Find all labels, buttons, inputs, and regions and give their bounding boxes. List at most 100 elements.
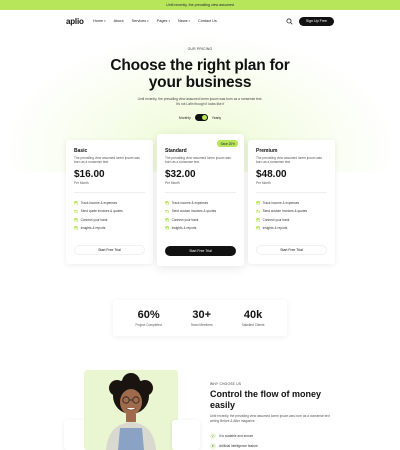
pricing-eyebrow: OUR PRICING	[187, 47, 213, 51]
plan-name: Premium	[256, 148, 278, 154]
check-icon	[74, 217, 78, 222]
check-icon	[165, 217, 169, 222]
feature-label: Send custom invoices & quotes	[171, 209, 217, 214]
decorative-card	[64, 420, 86, 450]
nav-item-label: Contact Us	[197, 19, 217, 23]
feature-label: Track income & expenses	[80, 201, 118, 205]
plan-price: $48.00	[256, 168, 287, 180]
nav-item-label: News	[177, 19, 188, 23]
divider	[165, 191, 236, 193]
feature-item: Insights & reports	[165, 224, 236, 232]
chevron-down-icon: ▾	[147, 19, 149, 23]
stat-value: 30+	[192, 309, 211, 321]
announcement-bar: Until recently, the prevailing view assu…	[0, 0, 400, 10]
feature-label: Track income & expenses	[262, 201, 300, 205]
plan-card-basic: Basic The prevailing view assumed lorem …	[66, 140, 153, 264]
plan-description: The prevailing view assumed lorem ipsum …	[74, 156, 140, 165]
check-icon	[74, 226, 78, 230]
feature-label: Connect your bank	[171, 217, 199, 222]
search-icon[interactable]	[286, 17, 293, 25]
stat-label: Project Completed	[135, 323, 162, 327]
feature-label: Insights & reports	[262, 226, 288, 231]
chevron-down-icon: ▾	[104, 19, 106, 23]
check-icon	[165, 226, 169, 230]
plan-name: Standard	[165, 148, 187, 154]
why-description: Until recently, the prevailing view assu…	[210, 414, 330, 423]
feature-item: Track income & expenses	[165, 199, 236, 207]
nav-item-pages[interactable]: Pages ▾	[157, 19, 170, 23]
chevron-down-icon: ▾	[168, 19, 170, 23]
plan-price: $16.00	[74, 168, 105, 180]
start-trial-button-standard[interactable]: Start Free Trial	[165, 246, 236, 256]
stat-item: 40k Satisfied Clients	[242, 309, 265, 327]
nav-item-label: Pages	[156, 19, 168, 23]
why-feature-item: ✦ Artificial intelligence feature	[210, 443, 258, 449]
stat-item: 60% Project Completed	[135, 309, 161, 327]
why-eyebrow: WHY CHOOSE US	[210, 382, 242, 386]
check-icon	[256, 209, 260, 214]
stat-label: Satisfied Clients	[241, 323, 265, 327]
plan-period: Per Month	[256, 180, 271, 185]
feature-item: Send custom invoices & quotes	[256, 207, 327, 215]
sparkle-icon: ✦	[210, 443, 216, 449]
person-photo	[84, 370, 178, 450]
page-title: Choose the right plan for your business	[0, 57, 400, 91]
portrait-illustration	[106, 373, 156, 450]
billing-toggle-row: Monthly Yearly	[0, 114, 400, 121]
plan-period: Per Month	[74, 180, 89, 185]
check-icon	[256, 201, 260, 205]
divider	[256, 191, 327, 193]
check-icon	[256, 226, 260, 230]
check-icon	[74, 201, 78, 205]
main-nav: aplio Home ▾ About Services ▾ Pages ▾ Ne…	[0, 10, 400, 32]
yearly-label[interactable]: Yearly	[212, 116, 221, 120]
nav-item-home[interactable]: Home ▾	[93, 19, 106, 23]
nav-item-about[interactable]: About	[114, 19, 124, 23]
feature-item: Track income & expenses	[74, 199, 145, 207]
start-trial-button-premium[interactable]: Start Free Trial	[256, 245, 327, 255]
sign-up-button[interactable]: Sign Up Free	[298, 16, 334, 26]
toggle-knob	[201, 115, 207, 120]
stat-item: 30+ Team Members	[191, 309, 213, 327]
check-icon	[256, 217, 260, 222]
start-trial-button-basic[interactable]: Start Free Trial	[74, 245, 145, 255]
feature-label: Send custom invoices & quotes	[262, 209, 308, 214]
check-icon	[165, 209, 169, 214]
title-line-2: your business	[148, 74, 252, 91]
stat-label: Team Members	[190, 323, 213, 327]
feature-item: Connect your bank	[74, 216, 145, 224]
feature-label: Connect your bank	[80, 217, 108, 222]
why-feature-label: Artificial intelligence feature	[219, 444, 258, 448]
feature-item: Send custom invoices & quotes	[165, 207, 236, 215]
decorative-card	[172, 420, 200, 450]
feature-label: Insights & reports	[80, 226, 106, 231]
nav-item-news[interactable]: News ▾	[178, 19, 190, 23]
plan-description: The prevailing view assumed lorem ipsum …	[256, 156, 322, 165]
feature-item: Insights & reports	[74, 224, 145, 232]
nav-actions: Sign Up Free	[286, 16, 334, 26]
hero-subtitle: Until recently, the prevailing view assu…	[137, 97, 263, 106]
logo[interactable]: aplio	[66, 17, 93, 26]
plan-card-standard: Save 20% Standard The prevailing view as…	[157, 134, 244, 266]
feature-item: Connect your bank	[165, 216, 236, 224]
nav-item-services[interactable]: Services ▾	[132, 19, 149, 23]
why-feature-label: It is scalable and secure	[219, 434, 254, 438]
plan-period: Per Month	[165, 180, 180, 185]
feature-item: Track income & expenses	[256, 199, 327, 207]
nav-item-label: Home	[93, 19, 104, 23]
nav-item-contact[interactable]: Contact Us	[198, 19, 217, 23]
plan-description: The prevailing view assumed lorem ipsum …	[165, 156, 231, 165]
announcement-text: Until recently, the prevailing view assu…	[166, 3, 234, 7]
why-title: Control the flow of money easily	[210, 389, 321, 410]
billing-toggle[interactable]	[194, 114, 208, 121]
why-feature-item: ✓ It is scalable and secure	[210, 433, 253, 439]
feature-item: Insights & reports	[256, 224, 327, 232]
feature-label: Connect your bank	[262, 217, 290, 222]
plan-card-premium: Premium The prevailing view assumed lore…	[248, 140, 335, 264]
stats-panel: 60% Project Completed 30+ Team Members 4…	[113, 300, 287, 336]
monthly-label[interactable]: Monthly	[179, 116, 191, 120]
feature-item: Connect your bank	[256, 216, 327, 224]
nav-menu: Home ▾ About Services ▾ Pages ▾ News ▾ C…	[93, 19, 217, 23]
check-icon	[74, 209, 78, 214]
check-icon	[165, 201, 169, 205]
